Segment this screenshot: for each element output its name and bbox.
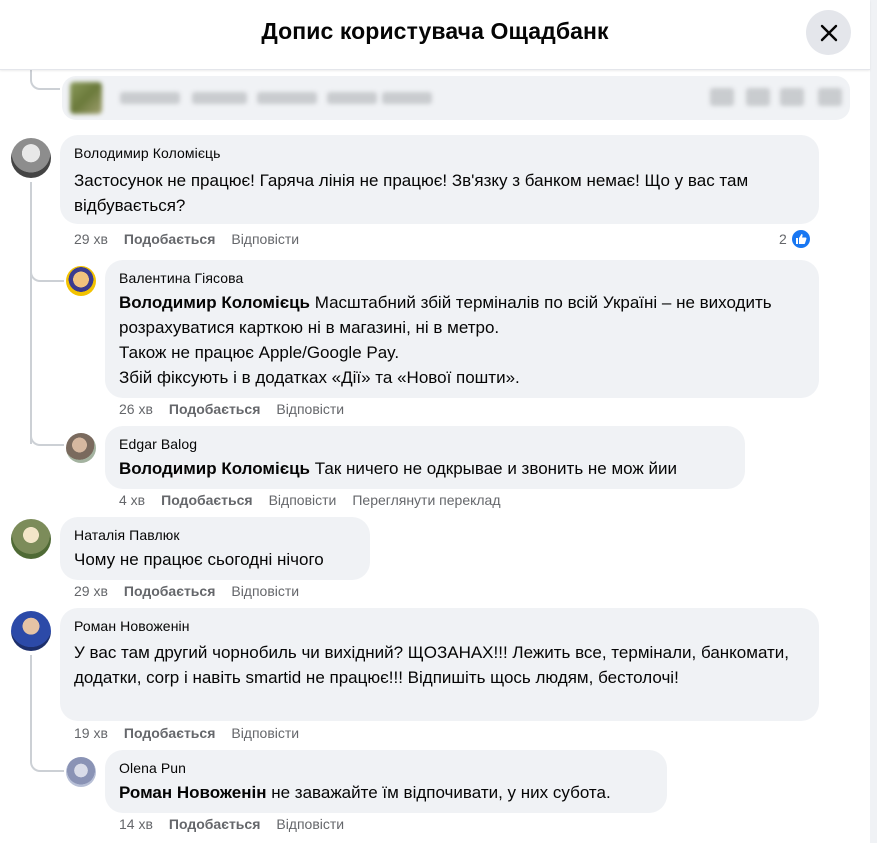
comment-time[interactable]: 26 хв (119, 401, 153, 417)
mention-link[interactable]: Володимир Коломієць (119, 293, 310, 312)
blurred-text (327, 92, 377, 104)
comment-text-line: Збій фіксують і в додатках «Дії» та «Нов… (119, 368, 520, 387)
like-button[interactable]: Подобається (124, 231, 215, 247)
comment-bubble: Наталія Павлюк Чому не працює сьогодні н… (60, 517, 370, 580)
thread-line (30, 70, 60, 90)
reaction-summary[interactable]: 2 (779, 228, 812, 250)
post-dialog-header: Допис користувача Ощадбанк (0, 0, 870, 70)
thread-line (30, 256, 64, 282)
blurred-text (382, 92, 432, 104)
like-button[interactable]: Подобається (161, 492, 252, 508)
mention-link[interactable]: Роман Новоженін (119, 783, 266, 802)
see-translation-link[interactable]: Переглянути переклад (352, 492, 500, 508)
dialog-title: Допис користувача Ощадбанк (261, 18, 609, 44)
comment-author[interactable]: Роман Новоженін (74, 618, 805, 635)
reply-button[interactable]: Відповісти (269, 492, 337, 508)
like-button[interactable]: Подобається (124, 725, 215, 741)
avatar[interactable] (66, 433, 96, 463)
comment-actions: 14 хв Подобається Відповісти (119, 816, 344, 832)
blurred-text (780, 88, 804, 106)
comment-actions: 19 хв Подобається Відповісти (74, 725, 299, 741)
thread-line (30, 655, 32, 755)
comment-time[interactable]: 4 хв (119, 492, 145, 508)
reply-button[interactable]: Відповісти (231, 231, 299, 247)
avatar[interactable] (11, 611, 51, 651)
comment-time[interactable]: 19 хв (74, 725, 108, 741)
like-button[interactable]: Подобається (124, 583, 215, 599)
comment-author[interactable]: Володимир Коломієць (74, 145, 805, 162)
comment-bubble: Володимир Коломієць Застосунок не працює… (60, 135, 819, 224)
comment-time[interactable]: 29 хв (74, 231, 108, 247)
thread-line (30, 182, 32, 444)
reply-button[interactable]: Відповісти (276, 401, 344, 417)
comment-actions: 29 хв Подобається Відповісти (74, 231, 299, 247)
avatar[interactable] (66, 757, 96, 787)
blurred-text (746, 88, 770, 106)
comment-author[interactable]: Edgar Balog (119, 436, 731, 453)
blurred-text (192, 92, 247, 104)
comment-body: Так ничего не одкрывае и звонить не мож … (314, 459, 677, 478)
scrollbar[interactable] (870, 0, 877, 843)
blurred-text (818, 88, 842, 106)
comment-author[interactable]: Olena Pun (119, 760, 653, 777)
comment-author[interactable]: Наталія Павлюк (74, 527, 356, 544)
avatar[interactable] (11, 519, 51, 559)
comment-bubble: Olena Pun Роман Новоженін не заважайте ї… (105, 750, 667, 813)
reaction-count: 2 (779, 231, 787, 247)
like-icon (789, 228, 812, 250)
comment-text-line: Також не працює Apple/Google Pay. (119, 343, 400, 362)
reply-button[interactable]: Відповісти (231, 725, 299, 741)
close-icon (820, 24, 837, 41)
mention-link[interactable]: Володимир Коломієць (119, 459, 310, 478)
blurred-text (710, 88, 734, 106)
thread-line (30, 420, 64, 446)
comment-text: Роман Новоженін не заважайте їм відпочив… (119, 780, 653, 805)
comment-text: Володимир Коломієць Так ничего не одкрыв… (119, 456, 731, 481)
avatar[interactable] (66, 266, 96, 296)
comment-body: не заважайте їм відпочивати, у них субот… (271, 783, 611, 802)
like-button[interactable]: Подобається (169, 816, 260, 832)
comment-text: Застосунок не працює! Гаряча лінія не пр… (74, 171, 749, 215)
comment-actions: 26 хв Подобається Відповісти (119, 401, 344, 417)
comment-text: Чому не працює сьогодні нічого (74, 550, 324, 569)
comment-bubble: Роман Новоженін У вас там другий чорноби… (60, 608, 819, 721)
comment-bubble: Валентина Гіясова Володимир Коломієць Ма… (105, 260, 819, 398)
blurred-text (120, 92, 180, 104)
comment-author[interactable]: Валентина Гіясова (119, 270, 805, 287)
comment-actions: 29 хв Подобається Відповісти (74, 583, 299, 599)
comment-text: У вас там другий чорнобиль чи вихідний? … (74, 643, 790, 687)
blurred-text (257, 92, 317, 104)
like-button[interactable]: Подобається (169, 401, 260, 417)
comment-text: Володимир Коломієць Масштабний збій терм… (119, 290, 805, 340)
comment-time[interactable]: 14 хв (119, 816, 153, 832)
comment-actions: 4 хв Подобається Відповісти Переглянути … (119, 492, 501, 508)
thread-line (30, 748, 64, 772)
close-button[interactable] (806, 10, 851, 55)
reply-button[interactable]: Відповісти (276, 816, 344, 832)
avatar[interactable] (11, 138, 51, 178)
blurred-avatar (70, 82, 102, 114)
blurred-comment (62, 76, 850, 120)
comment-bubble: Edgar Balog Володимир Коломієць Так ниче… (105, 426, 745, 489)
reply-button[interactable]: Відповісти (231, 583, 299, 599)
comment-time[interactable]: 29 хв (74, 583, 108, 599)
